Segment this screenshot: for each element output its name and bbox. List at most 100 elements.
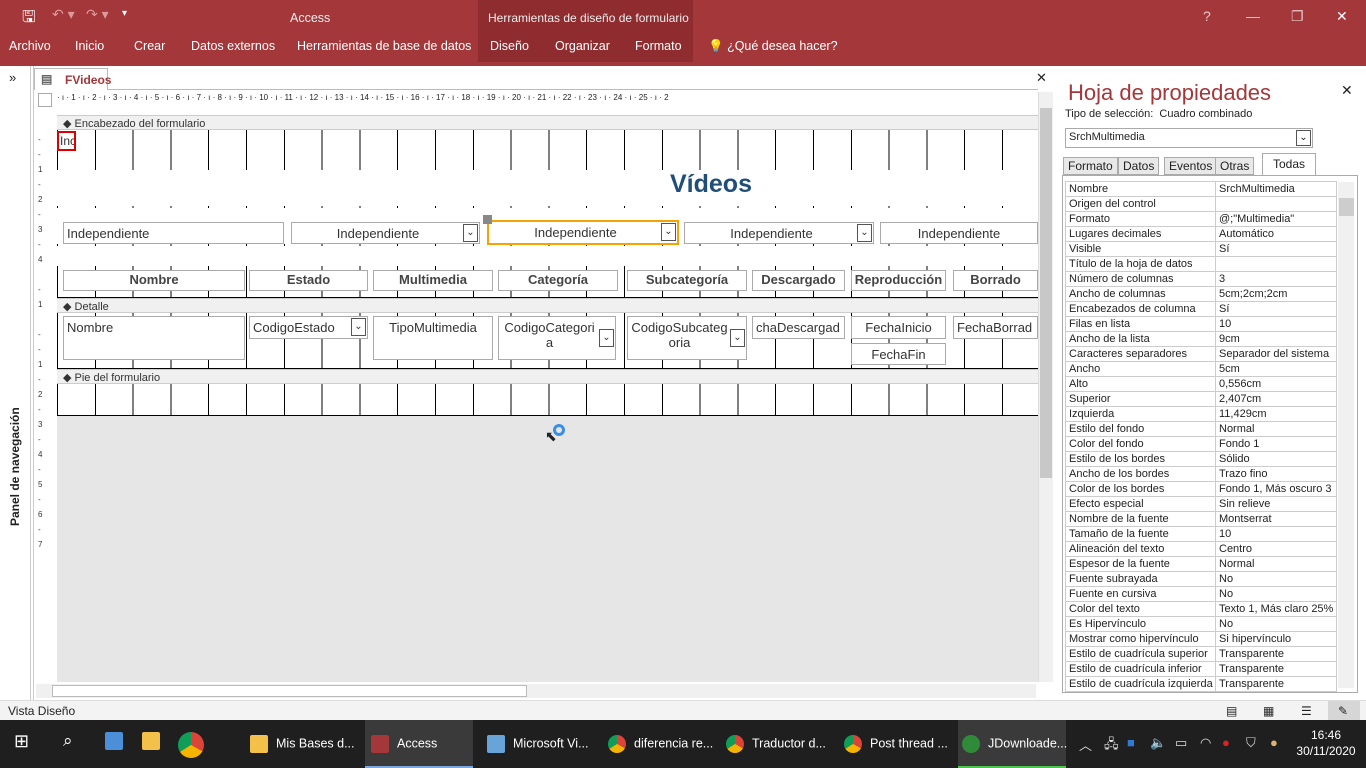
property-row[interactable]: Caracteres separadores Separador del sist… [1065, 346, 1338, 362]
property-value[interactable] [1214, 196, 1338, 212]
property-row[interactable]: Alineación del texto Centro [1065, 541, 1338, 557]
navigation-pane[interactable]: » Panel de navegación [0, 66, 31, 700]
search-estado-combo[interactable]: Independiente ⌄ [291, 222, 480, 244]
property-value[interactable]: SrchMultimedia [1214, 181, 1338, 197]
header-small-control[interactable]: Inc [57, 131, 76, 151]
search-subcategoria-combo[interactable]: Independiente [880, 222, 1038, 244]
property-value[interactable]: No [1214, 616, 1338, 632]
restore-button[interactable]: ❐ [1291, 8, 1304, 25]
search-icon[interactable]: ⌕ [63, 720, 73, 768]
property-value[interactable]: @;"Multimedia" [1214, 211, 1338, 227]
property-row[interactable]: Color de los bordes Fondo 1, Más oscuro 3 [1065, 481, 1338, 497]
properties-scrollbar[interactable] [1338, 182, 1354, 688]
property-value[interactable]: 3 [1214, 271, 1338, 287]
property-value[interactable]: 9cm [1214, 331, 1338, 347]
scroll-thumb[interactable] [1339, 198, 1354, 216]
property-value[interactable]: 5cm;2cm;2cm [1214, 286, 1338, 302]
property-row[interactable]: Ancho de la lista 9cm [1065, 331, 1338, 347]
property-value[interactable]: Sin relieve [1214, 496, 1338, 512]
file-explorer-icon[interactable] [142, 720, 168, 768]
property-row[interactable]: Ancho 5cm [1065, 361, 1338, 377]
property-row[interactable]: Estilo de cuadrícula superior Transparent… [1065, 646, 1338, 662]
property-row[interactable]: Color del texto Texto 1, Más claro 25% [1065, 601, 1338, 617]
tab-otras-props[interactable]: Otras [1215, 157, 1255, 175]
property-row[interactable]: Ancho de columnas 5cm;2cm;2cm [1065, 286, 1338, 302]
search-multimedia-combo[interactable]: Independiente ⌄ [487, 220, 679, 245]
wifi-icon[interactable]: ◠ [1200, 735, 1211, 751]
property-row[interactable]: Estilo de los bordes Sólido [1065, 451, 1338, 467]
object-selector[interactable]: SrchMultimedia ⌄ [1065, 128, 1313, 148]
move-handle[interactable] [483, 215, 492, 224]
taskbar-item-jdownloader[interactable]: JDownloade... [958, 720, 1067, 768]
field-fechainicio[interactable]: FechaInicio [851, 316, 946, 339]
label-multimedia[interactable]: Multimedia [373, 270, 493, 291]
property-row[interactable]: Fuente en cursiva No [1065, 586, 1338, 602]
battery-icon[interactable]: ▭ [1175, 735, 1187, 751]
property-value[interactable]: Normal [1214, 421, 1338, 437]
property-row[interactable]: Superior 2,407cm [1065, 391, 1338, 407]
tab-formato[interactable]: Formato [635, 39, 682, 53]
computer-icon[interactable] [105, 720, 131, 768]
chevron-down-icon[interactable]: ⌄ [463, 224, 478, 242]
tell-me[interactable]: 💡 ¿Qué desea hacer? [708, 39, 838, 54]
taskbar-item-post-thread[interactable]: Post thread ... [844, 720, 948, 768]
scroll-thumb[interactable] [1040, 108, 1052, 478]
property-row[interactable]: Estilo del fondo Normal [1065, 421, 1338, 437]
navigation-pane-label[interactable]: Panel de navegación [8, 407, 22, 526]
property-row[interactable]: Alto 0,556cm [1065, 376, 1338, 392]
property-value[interactable]: Transparente [1214, 646, 1338, 662]
property-row[interactable]: Origen del control [1065, 196, 1338, 212]
field-codigocategoria[interactable]: CodigoCategoria ⌄ [498, 316, 616, 360]
outlook-icon[interactable]: ■ [1127, 735, 1135, 750]
property-row[interactable]: Nombre SrchMultimedia [1065, 181, 1338, 197]
property-row[interactable]: Espesor de la fuente Normal [1065, 556, 1338, 572]
property-value[interactable]: 10 [1214, 316, 1338, 332]
property-row[interactable]: Encabezados de columna Sí [1065, 301, 1338, 317]
section-header-bar[interactable]: ◆ Encabezado del formulario [57, 115, 1038, 130]
property-value[interactable] [1214, 256, 1338, 272]
form-view-icon[interactable]: ▤ [1226, 704, 1237, 718]
tab-datos-props[interactable]: Datos [1118, 157, 1160, 175]
chrome-icon[interactable] [178, 720, 212, 768]
weather-icon[interactable]: ● [1270, 735, 1278, 750]
label-reproduccion[interactable]: Reproducción [851, 270, 946, 291]
chevron-down-icon[interactable]: ⌄ [1296, 130, 1311, 146]
property-row[interactable]: Tamaño de la fuente 10 [1065, 526, 1338, 542]
show-hidden-icons[interactable]: ︿ [1079, 735, 1092, 754]
property-row[interactable]: Estilo de cuadrícula inferior Transparent… [1065, 661, 1338, 677]
close-button[interactable]: ✕ [1336, 8, 1348, 25]
property-value[interactable]: Sólido [1214, 451, 1338, 467]
property-value[interactable]: Normal [1214, 556, 1338, 572]
label-categoria[interactable]: Categoría [498, 270, 618, 291]
clock[interactable]: 16:46 30/11/2020 [1296, 727, 1356, 759]
property-value[interactable]: No [1214, 571, 1338, 587]
field-nombre[interactable]: Nombre [63, 316, 245, 360]
taskbar-item-microsoft-vi[interactable]: Microsoft Vi... [487, 720, 588, 768]
property-value[interactable]: Fondo 1, Más oscuro 3 [1214, 481, 1338, 497]
field-fechaborrado[interactable]: FechaBorrad [953, 316, 1038, 339]
tab-formato-props[interactable]: Formato [1063, 157, 1118, 175]
volume-icon[interactable]: 🔈 [1150, 735, 1166, 751]
tab-organizar[interactable]: Organizar [555, 39, 610, 53]
save-icon[interactable]: 🖫 [22, 6, 36, 33]
taskbar-item-access[interactable]: Access [365, 720, 473, 768]
form-selector[interactable] [38, 93, 52, 107]
property-row[interactable]: Mostrar como hipervínculo Si hipervínculo [1065, 631, 1338, 647]
property-value[interactable]: Si hipervínculo [1214, 631, 1338, 647]
network-drive-icon[interactable]: 🖧 [1104, 735, 1119, 757]
property-value[interactable]: Sí [1214, 301, 1338, 317]
property-row[interactable]: Color del fondo Fondo 1 [1065, 436, 1338, 452]
property-value[interactable]: Trazo fino [1214, 466, 1338, 482]
label-estado[interactable]: Estado [249, 270, 368, 291]
property-value[interactable]: 10 [1214, 526, 1338, 542]
field-codigoestado[interactable]: CodigoEstado ⌄ [249, 316, 368, 339]
help-icon[interactable]: ? [1203, 8, 1211, 24]
property-value[interactable]: Automático [1214, 226, 1338, 242]
windows-start-icon[interactable]: ⊞ [14, 720, 29, 768]
property-row[interactable]: Estilo de cuadrícula izquierda Transparen… [1065, 676, 1338, 692]
property-value[interactable]: 5cm [1214, 361, 1338, 377]
property-value[interactable]: Montserrat [1214, 511, 1338, 527]
property-row[interactable]: Número de columnas 3 [1065, 271, 1338, 287]
close-properties-icon[interactable]: ✕ [1341, 82, 1353, 99]
taskbar-item-mis-bases[interactable]: Mis Bases d... [250, 720, 355, 768]
